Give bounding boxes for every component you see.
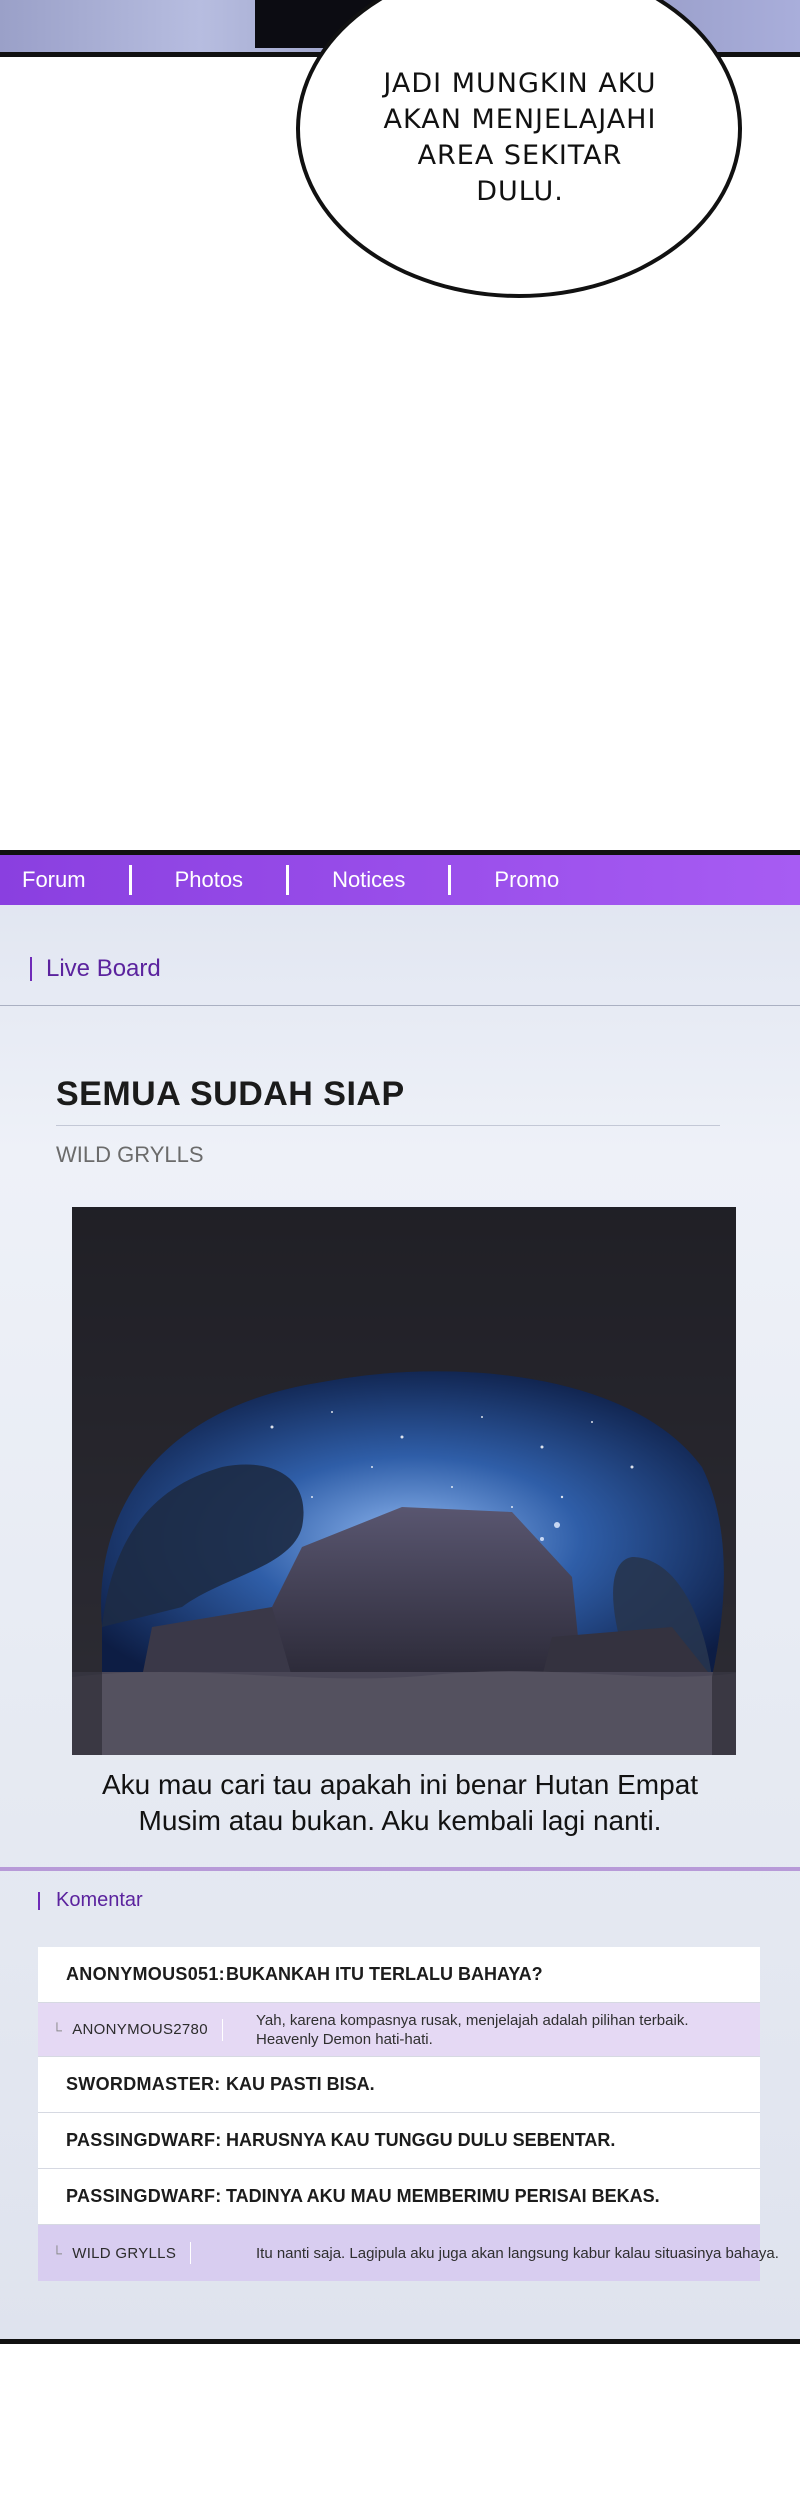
reply-username-wrap: └ ANONYMOUS2780 (38, 2018, 248, 2041)
comment-row: PASSINGDWARF: TADINYA AKU MAU MEMBERIMU … (38, 2169, 760, 2225)
nav-promo[interactable]: Promo (494, 867, 559, 893)
comment-text: BUKANKAH ITU TERLALU BAHAYA? (226, 1964, 543, 1984)
comment-username[interactable]: PASSINGDWARF: (38, 2186, 226, 2207)
reply-arrow-icon: └ (52, 2245, 63, 2261)
nav-forum[interactable]: Forum (22, 867, 86, 893)
reply-username-wrap: └ WILD GRYLLS (38, 2242, 248, 2264)
reply-username[interactable]: WILD GRYLLS (72, 2245, 176, 2262)
nav-divider (448, 865, 452, 895)
cave-illustration (72, 1207, 736, 1755)
comment-text: KAU PASTI BISA. (226, 2074, 375, 2094)
reply-arrow-icon: └ (52, 2021, 63, 2038)
divider (0, 1005, 800, 1006)
reply-divider (190, 2242, 192, 2264)
reply-text: Itu nanti saja. Lagipula aku juga akan l… (256, 2244, 779, 2262)
title-divider (56, 1125, 720, 1126)
comment-text: TADINYA AKU MAU MEMBERIMU PERISAI BEKAS. (226, 2186, 660, 2206)
nav-photos[interactable]: Photos (175, 867, 244, 893)
comments-label: Komentar (56, 1889, 143, 1911)
post-caption: Aku mau cari tau apakah ini benar Hutan … (101, 1769, 699, 1836)
nav-notices[interactable]: Notices (332, 867, 405, 893)
heading-bar (30, 957, 32, 981)
reply-text: Yah, karena kompasnya rusak, menjelajah … (256, 2011, 689, 2048)
forum-nav-bar: Forum Photos Notices Promo (0, 855, 800, 905)
comment-username[interactable]: SWORDMASTER: (38, 2074, 226, 2095)
comment-list: ANONYMOUS051: BUKANKAH ITU TERLALU BAHAY… (38, 1947, 779, 2281)
comment-row: PASSINGDWARF: HARUSNYA KAU TUNGGU DULU S… (38, 2113, 760, 2169)
live-board-heading: Live Board (30, 955, 161, 983)
nav-divider (128, 865, 132, 895)
nav-divider (286, 865, 290, 895)
post-author: WILD GRYLLS (56, 1142, 204, 1167)
comment-text: HARUSNYA KAU TUNGGU DULU SEBENTAR. (226, 2130, 616, 2150)
reply-row: └ ANONYMOUS2780 Yah, karena kompasnya ru… (38, 2003, 760, 2057)
reply-row: └ WILD GRYLLS Itu nanti saja. Lagipula a… (38, 2225, 779, 2281)
reply-divider (221, 2018, 223, 2041)
comment-row: ANONYMOUS051: BUKANKAH ITU TERLALU BAHAY… (38, 1947, 760, 2003)
speech-bubble-text: JADI MUNGKIN AKU AKAN MENJELAJAHI AREA S… (383, 68, 657, 207)
comment-username[interactable]: ANONYMOUS051: (38, 1964, 226, 1985)
comment-username[interactable]: PASSINGDWARF: (38, 2130, 226, 2151)
reply-username[interactable]: ANONYMOUS2780 (72, 2021, 208, 2038)
comments-heading: Komentar (38, 1889, 143, 1912)
post-title: SEMUA SUDAH SIAP (56, 1075, 405, 1113)
live-board-label[interactable]: Live Board (46, 955, 161, 983)
heading-bar (38, 1891, 40, 1910)
post-image-cave-night-sky (72, 1207, 736, 1755)
section-divider (0, 1867, 800, 1871)
comment-row: SWORDMASTER: KAU PASTI BISA. (38, 2057, 760, 2113)
forum-panel: Forum Photos Notices Promo Live Board SE… (0, 850, 800, 2344)
